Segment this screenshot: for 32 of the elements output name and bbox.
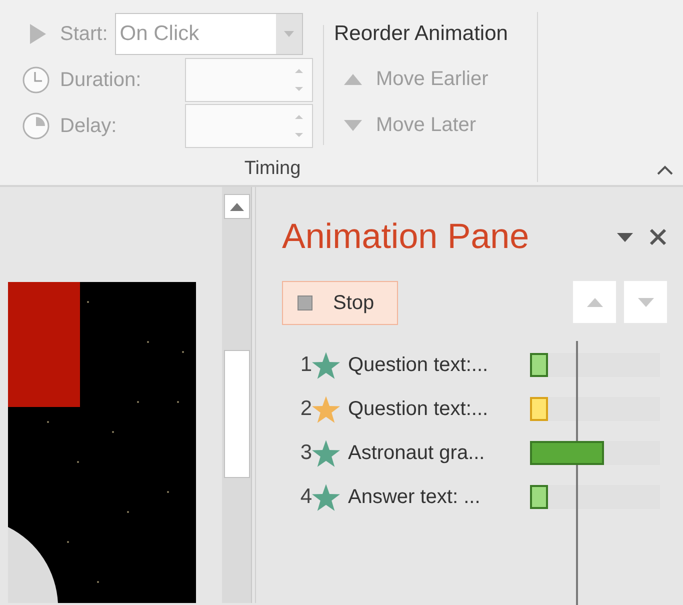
down-triangle-icon bbox=[344, 120, 362, 130]
move-up-button[interactable] bbox=[573, 281, 616, 323]
scroll-up-button[interactable] bbox=[224, 194, 250, 219]
down-triangle-icon bbox=[638, 298, 654, 306]
start-label: Start: bbox=[60, 22, 108, 46]
animation-label[interactable]: Question text:... bbox=[348, 398, 530, 420]
pane-title: Animation Pane bbox=[282, 217, 530, 257]
clock-icon bbox=[22, 66, 50, 94]
item-number: 4 bbox=[299, 485, 312, 509]
caret-icon bbox=[284, 31, 294, 37]
up-triangle-icon bbox=[344, 74, 362, 84]
item-number: 3 bbox=[299, 441, 312, 465]
up-triangle-icon bbox=[586, 298, 602, 306]
close-icon[interactable] bbox=[649, 228, 667, 246]
reorder-title: Reorder Animation bbox=[334, 21, 508, 47]
move-down-button[interactable] bbox=[624, 281, 667, 323]
clock-icon bbox=[22, 112, 50, 140]
group-label: Timing bbox=[244, 158, 301, 180]
dropdown-arrow-icon[interactable] bbox=[617, 232, 633, 242]
collapse-ribbon-icon[interactable] bbox=[657, 165, 673, 175]
animation-label[interactable]: Question text:... bbox=[348, 354, 530, 376]
play-icon bbox=[30, 24, 46, 44]
up-triangle-icon bbox=[230, 202, 244, 210]
animation-label[interactable]: Astronaut gra... bbox=[348, 442, 530, 464]
stop-square-icon bbox=[297, 295, 313, 311]
animation-label[interactable]: Answer text: ... bbox=[348, 486, 530, 508]
stop-button[interactable]: Stop bbox=[282, 281, 398, 325]
scrollbar-thumb[interactable] bbox=[224, 350, 250, 478]
duration-label: Duration: bbox=[60, 68, 142, 92]
delay-label: Delay: bbox=[60, 114, 117, 138]
item-number: 2 bbox=[299, 397, 312, 421]
item-number: 1 bbox=[299, 353, 312, 377]
